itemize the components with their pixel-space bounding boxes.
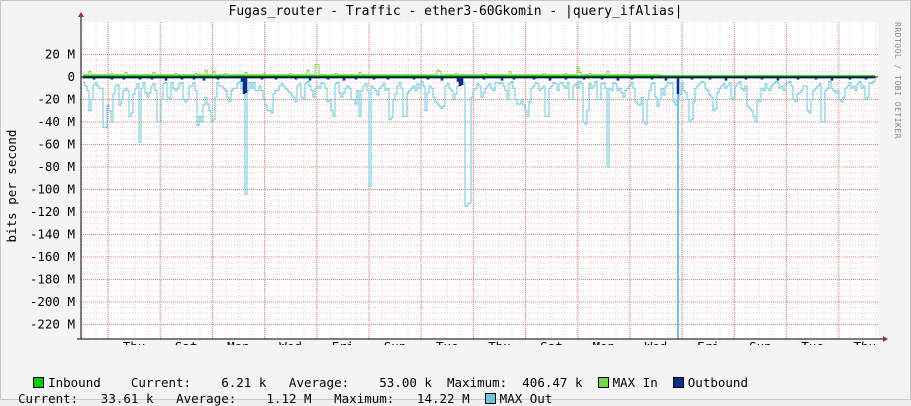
- plot-background: [81, 22, 878, 339]
- max-in-swatch: [597, 377, 609, 388]
- x-day-label: Thu: [123, 339, 146, 345]
- y-axis-label: bits per second: [4, 130, 19, 243]
- max-out-spike: [677, 77, 679, 339]
- x-day-label: Mon: [593, 339, 616, 345]
- y-axis-arrow: [78, 12, 84, 17]
- x-day-label: Thu: [854, 339, 877, 345]
- y-tick-label: -200 M: [30, 294, 75, 309]
- x-axis-arrow: [883, 336, 888, 342]
- y-tick-label: -220 M: [30, 317, 75, 332]
- outbound-current-label: Current:: [18, 391, 79, 406]
- outbound-maximum-label: Maximum:: [334, 391, 395, 406]
- max-out-label: MAX Out: [499, 391, 553, 406]
- x-day-label: Fri: [697, 339, 720, 345]
- y-tick-label: 0: [67, 69, 75, 84]
- outbound-current: 33.61 k: [100, 391, 154, 406]
- x-day-label: Sun: [749, 339, 772, 345]
- x-day-label: Sat: [175, 339, 198, 345]
- y-tick-label: -120 M: [30, 204, 75, 219]
- x-day-label: Thu: [488, 339, 511, 345]
- max-out-swatch: [484, 393, 496, 404]
- x-day-label: Wed: [645, 339, 668, 345]
- x-day-label: Sun: [384, 339, 407, 345]
- y-tick-label: -60 M: [37, 137, 75, 152]
- x-day-label: Tue: [436, 339, 459, 345]
- x-day-label: Mon: [227, 339, 250, 345]
- y-tick-label: -100 M: [30, 182, 75, 197]
- y-tick-label: -40 M: [37, 114, 75, 129]
- y-tick-label: -20 M: [37, 92, 75, 107]
- y-tick-label: -140 M: [30, 227, 75, 242]
- outbound-average: 1.12 M: [266, 391, 312, 406]
- max-in-label: MAX In: [612, 375, 658, 390]
- y-tick-label: -160 M: [30, 249, 75, 264]
- outbound-average-label: Average:: [176, 391, 237, 406]
- x-day-label: Tue: [801, 339, 824, 345]
- y-tick-label: 20 M: [45, 47, 75, 62]
- x-day-label: Fri: [332, 339, 355, 345]
- y-tick-label: -180 M: [30, 272, 75, 287]
- y-tick-label: -80 M: [37, 159, 75, 174]
- outbound-maximum: 14.22 M: [416, 391, 470, 406]
- x-day-label: Sat: [540, 339, 563, 345]
- x-day-label: Wed: [279, 339, 302, 345]
- outbound-swatch: [672, 377, 684, 388]
- outbound-label: Outbound: [687, 375, 748, 390]
- chart-plot: 20 M 0 -20 M -40 M -60 M -80 M -100 M -120 M -14…: [4, 12, 888, 345]
- legend-row-2: Current: 33.61 k Average: 1.12 M Maximum…: [18, 376, 552, 406]
